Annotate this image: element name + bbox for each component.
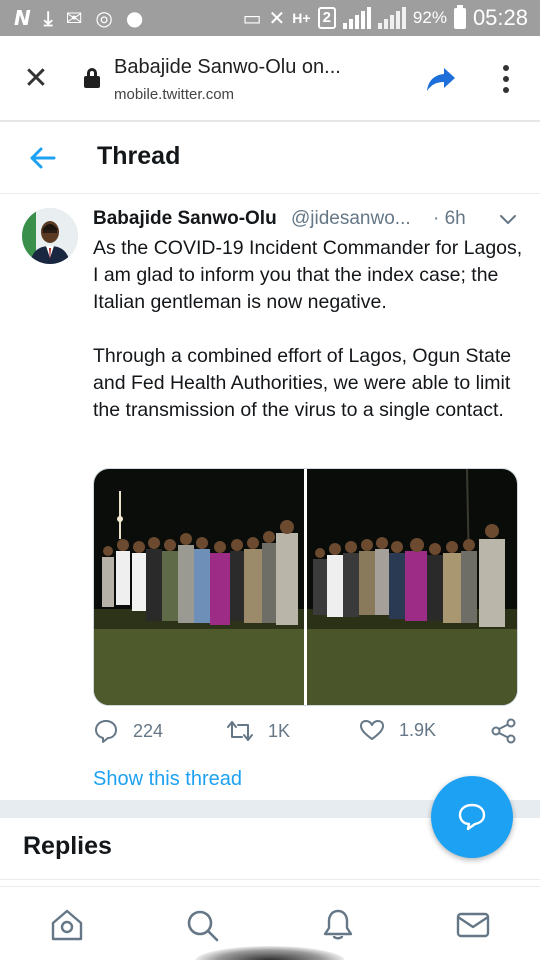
page-heading: Thread [97, 142, 181, 170]
battery-percent: 92% [412, 8, 447, 27]
share-nodes-icon[interactable] [491, 718, 517, 744]
signal-icon-2 [377, 7, 406, 29]
avatar[interactable] [22, 208, 78, 264]
tweet-photo-2[interactable] [307, 469, 517, 705]
tweet-paragraph-2: Through a combined effort of Lagos, Ogun… [93, 345, 512, 421]
tweet-actions: 224 1K 1.9K [93, 718, 523, 748]
n-app-icon: N [14, 6, 31, 30]
url-domain[interactable]: mobile.twitter.com [114, 86, 234, 103]
more-options-icon[interactable] [494, 62, 518, 96]
cast-icon: ▭ [242, 6, 262, 30]
app-icon: ● [125, 6, 144, 30]
author-handle[interactable]: @jidesanwo... [291, 208, 411, 230]
signal-icon [342, 7, 371, 29]
search-icon[interactable] [184, 907, 220, 943]
sim-indicator: 2 [317, 7, 336, 29]
notifications-icon[interactable] [320, 907, 356, 943]
page-title[interactable]: Babajide Sanwo-Olu on... [114, 56, 341, 79]
browser-toolbar: ✕ Babajide Sanwo-Olu on... mobile.twitte… [0, 36, 540, 122]
clock: 05:28 [472, 5, 528, 30]
tweet-photo-1[interactable] [94, 469, 304, 705]
messages-icon[interactable] [455, 907, 491, 943]
compose-button[interactable] [431, 776, 513, 858]
tweet-media[interactable] [93, 468, 518, 706]
close-icon[interactable]: ✕ [18, 60, 54, 96]
home-icon[interactable] [49, 907, 85, 943]
share-action[interactable] [491, 718, 517, 744]
status-bar: N ⤓ ✉ ◎ ● ▭ ✕ H+ 2 92% 05:28 [0, 0, 540, 36]
replies-heading: Replies [23, 832, 112, 860]
back-arrow-icon[interactable] [24, 140, 60, 176]
like-action[interactable]: 1.9K [359, 718, 436, 742]
tweet-timestamp[interactable]: · 6h [433, 208, 466, 230]
like-count: 1.9K [399, 719, 437, 740]
battery-icon [453, 4, 466, 29]
chevron-down-icon[interactable] [497, 208, 519, 230]
author-name[interactable]: Babajide Sanwo-Olu [93, 208, 277, 230]
download-icon: ⤓ [43, 6, 53, 30]
replies-divider [0, 879, 540, 880]
mute-icon: ✕ [268, 6, 286, 30]
thread-header: Thread [0, 122, 540, 194]
lock-icon [84, 68, 100, 88]
reply-count: 224 [133, 720, 164, 741]
message-bubble-icon [458, 803, 486, 831]
reply-icon[interactable] [93, 718, 119, 744]
retweet-icon[interactable] [226, 718, 254, 744]
share-icon[interactable] [424, 62, 458, 96]
tweet-text: As the COVID-19 Incident Commander for L… [93, 235, 523, 424]
heart-icon[interactable] [359, 718, 385, 742]
whatsapp-icon: ◎ [95, 6, 113, 30]
network-type: H+ [292, 10, 311, 26]
reply-action[interactable]: 224 [93, 718, 163, 744]
show-thread-link[interactable]: Show this thread [93, 768, 242, 791]
retweet-action[interactable]: 1K [226, 718, 290, 744]
retweet-count: 1K [268, 720, 291, 741]
mail-icon: ✉ [65, 6, 83, 30]
twitter-thread-page: N ⤓ ✉ ◎ ● ▭ ✕ H+ 2 92% 05:28 ✕ Babajide … [0, 0, 540, 960]
tweet-paragraph-1: As the COVID-19 Incident Commander for L… [93, 237, 523, 313]
